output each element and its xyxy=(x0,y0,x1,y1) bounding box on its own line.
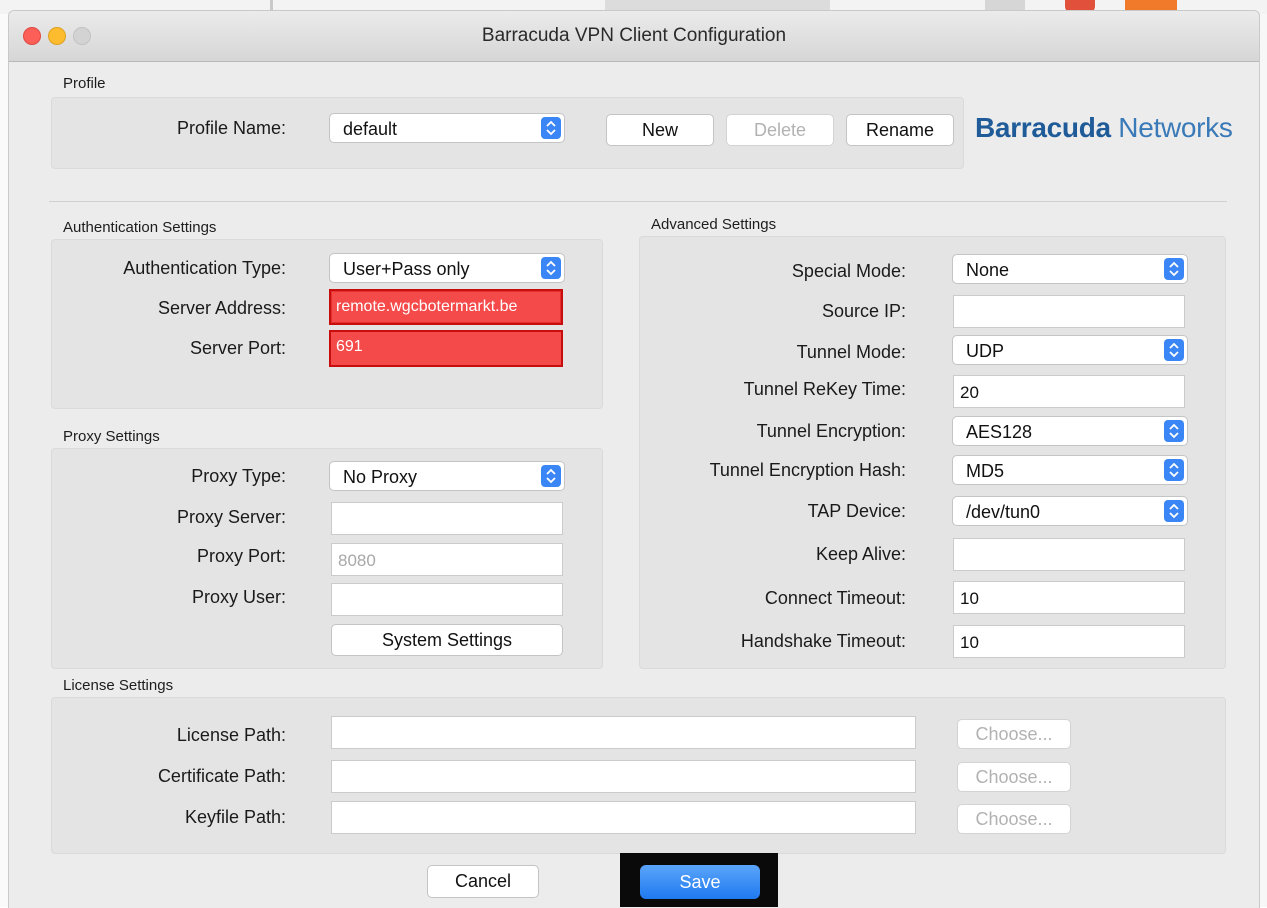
chevron-updown-icon xyxy=(541,117,561,139)
encryption-hash-select[interactable]: MD5 xyxy=(952,455,1188,485)
keyfile-choose-button[interactable]: Choose... xyxy=(957,804,1071,834)
window-title: Barracuda VPN Client Configuration xyxy=(481,25,787,46)
tunnel-encryption-value: AES128 xyxy=(966,422,1033,442)
auth-type-label: Authentication Type: xyxy=(123,258,286,278)
auth-type-value: User+Pass only xyxy=(343,259,470,279)
encryption-hash-value: MD5 xyxy=(966,461,1005,481)
server-address-label: Server Address: xyxy=(157,298,286,318)
tunnel-rekey-field[interactable]: 20 xyxy=(953,375,1185,408)
keep-alive-field[interactable] xyxy=(953,538,1185,571)
tap-device-select[interactable]: /dev/tun0 xyxy=(952,496,1188,526)
keep-alive-label: Keep Alive: xyxy=(815,544,906,564)
special-mode-value: None xyxy=(966,260,1010,280)
certificate-path-field[interactable] xyxy=(331,760,916,793)
server-port-field[interactable]: 691 xyxy=(329,330,563,367)
chevron-updown-icon xyxy=(1164,339,1184,361)
special-mode-label: Special Mode: xyxy=(791,261,906,281)
proxy-port-field[interactable]: 8080 xyxy=(331,543,563,576)
cancel-button[interactable]: Cancel xyxy=(427,865,539,898)
chevron-updown-icon xyxy=(1164,500,1184,522)
tap-device-value: /dev/tun0 xyxy=(966,502,1041,522)
rename-profile-button[interactable]: Rename xyxy=(846,114,954,146)
proxy-server-label: Proxy Server: xyxy=(176,507,286,527)
proxy-type-select[interactable]: No Proxy xyxy=(329,461,565,491)
chevron-updown-icon xyxy=(1164,459,1184,481)
tunnel-encryption-label: Tunnel Encryption: xyxy=(756,421,906,441)
proxy-user-field[interactable] xyxy=(331,583,563,616)
title-bar: Barracuda VPN Client Configuration xyxy=(9,11,1259,62)
profile-name-value: default xyxy=(343,119,398,139)
profile-name-select[interactable]: default xyxy=(329,113,565,143)
certificate-choose-button[interactable]: Choose... xyxy=(957,762,1071,792)
chevron-updown-icon xyxy=(541,257,561,279)
profile-name-label: Profile Name: xyxy=(176,118,286,138)
auth-section-title: Authentication Settings xyxy=(63,219,217,236)
special-mode-select[interactable]: None xyxy=(952,254,1188,284)
handshake-timeout-label: Handshake Timeout: xyxy=(740,631,906,651)
chevron-updown-icon xyxy=(541,465,561,487)
source-ip-label: Source IP: xyxy=(821,301,906,321)
proxy-user-label: Proxy User: xyxy=(191,587,286,607)
keyfile-path-label: Keyfile Path: xyxy=(184,807,286,827)
tunnel-mode-value: UDP xyxy=(966,341,1005,361)
auth-type-select[interactable]: User+Pass only xyxy=(329,253,565,283)
proxy-server-field[interactable] xyxy=(331,502,563,535)
server-port-label: Server Port: xyxy=(189,338,286,358)
license-path-field[interactable] xyxy=(331,716,916,749)
logo-suffix: Networks xyxy=(1118,112,1233,143)
desktop-left-edge xyxy=(0,14,8,907)
handshake-timeout-field[interactable]: 10 xyxy=(953,625,1185,658)
tunnel-mode-label: Tunnel Mode: xyxy=(796,342,906,362)
connect-timeout-field[interactable]: 10 xyxy=(953,581,1185,614)
new-profile-button[interactable]: New xyxy=(606,114,714,146)
tunnel-mode-select[interactable]: UDP xyxy=(952,335,1188,365)
proxy-type-label: Proxy Type: xyxy=(191,466,286,486)
system-settings-button[interactable]: System Settings xyxy=(331,624,563,656)
certificate-path-label: Certificate Path: xyxy=(157,766,286,786)
logo-brand: Barracuda xyxy=(975,112,1111,143)
tunnel-encryption-select[interactable]: AES128 xyxy=(952,416,1188,446)
profile-section-title: Profile xyxy=(63,75,106,92)
connect-timeout-label: Connect Timeout: xyxy=(764,588,906,608)
source-ip-field[interactable] xyxy=(953,295,1185,328)
vpn-config-window: Barracuda VPN Client Configuration Profi… xyxy=(8,10,1260,908)
license-choose-button[interactable]: Choose... xyxy=(957,719,1071,749)
advanced-section-title: Advanced Settings xyxy=(651,216,777,233)
chevron-updown-icon xyxy=(1164,420,1184,442)
proxy-port-label: Proxy Port: xyxy=(196,546,286,566)
barracuda-logo: Barracuda Networks xyxy=(975,112,1233,144)
tunnel-rekey-label: Tunnel ReKey Time: xyxy=(743,379,906,399)
section-divider xyxy=(49,201,1227,202)
delete-profile-button[interactable]: Delete xyxy=(726,114,834,146)
save-button[interactable]: Save xyxy=(640,865,760,899)
tap-device-label: TAP Device: xyxy=(807,501,906,521)
license-section-title: License Settings xyxy=(63,677,174,694)
proxy-section-title: Proxy Settings xyxy=(63,428,160,445)
proxy-type-value: No Proxy xyxy=(343,467,418,487)
license-path-label: License Path: xyxy=(176,725,286,745)
encryption-hash-label: Tunnel Encryption Hash: xyxy=(709,460,906,480)
keyfile-path-field[interactable] xyxy=(331,801,916,834)
server-address-field[interactable]: remote.wgcbotermarkt.be xyxy=(329,289,563,325)
chevron-updown-icon xyxy=(1164,258,1184,280)
